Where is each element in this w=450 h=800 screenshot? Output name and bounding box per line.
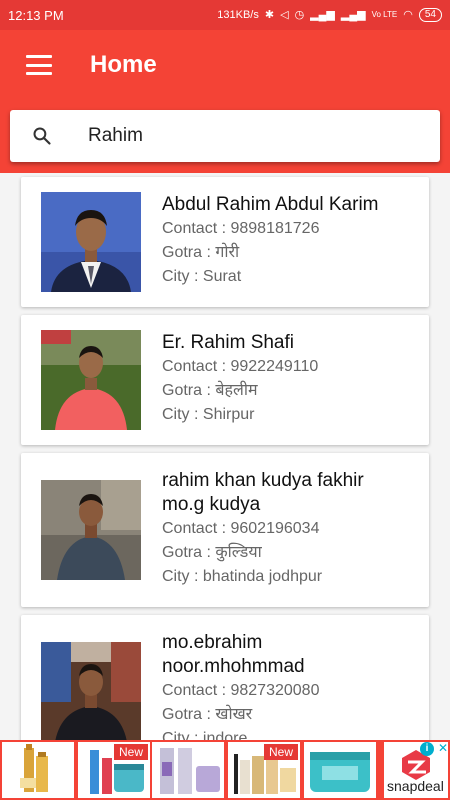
ad-product-tile[interactable]: New	[228, 742, 300, 798]
signal-icon: ▂▄▆	[310, 8, 335, 21]
ad-banner[interactable]: New New snapdeal i ✕	[0, 740, 450, 800]
battery-icon: 54	[418, 8, 442, 22]
ad-product-tile[interactable]	[152, 742, 224, 798]
wifi-icon: ◠	[403, 8, 413, 21]
contact-phone: Contact : 9898181726	[162, 220, 320, 237]
status-time: 12:13 PM	[8, 7, 64, 23]
contact-name: Er. Rahim Shafi	[162, 332, 294, 353]
app-bar: Home	[0, 30, 450, 100]
search-band	[0, 100, 450, 173]
contact-phone: Contact : 9922249110	[162, 358, 319, 375]
contact-info: mo.ebrahim noor.mhohmmad Contact : 98273…	[162, 631, 419, 740]
contact-info: Abdul Rahim Abdul Karim Contact : 989818…	[162, 193, 419, 289]
mute-icon: ◁	[280, 8, 289, 21]
network-speed: 131KB/s	[217, 9, 259, 21]
contact-name-line-2: mo.g kudya	[162, 494, 261, 515]
contact-name-line-2: noor.mhohmmad	[162, 656, 305, 677]
contact-phone: Contact : 9827320080	[162, 682, 320, 699]
search-box[interactable]	[10, 110, 440, 162]
volte-icon: Vo LTE	[371, 10, 398, 19]
ad-product-tile[interactable]	[304, 742, 376, 798]
signal-icon-2: ▂▄▆	[340, 8, 366, 21]
contact-card[interactable]: rahim khan kudya fakhir mo.g kudya Conta…	[21, 453, 429, 607]
ad-info-icon[interactable]: i	[420, 742, 434, 756]
contact-city: City : Surat	[162, 268, 242, 285]
ad-product-tile[interactable]	[2, 742, 74, 798]
bluetooth-icon: ✱	[264, 8, 275, 21]
contact-info: rahim khan kudya fakhir mo.g kudya Conta…	[162, 469, 419, 589]
contact-name: Abdul Rahim Abdul Karim	[162, 194, 379, 215]
status-icons: 131KB/s ✱ ◁ ◷ ▂▄▆ ▂▄▆ Vo LTE ◠ 54	[217, 8, 442, 22]
contact-card[interactable]: Er. Rahim Shafi Contact : 9922249110 Got…	[21, 315, 429, 445]
search-icon[interactable]	[32, 126, 52, 146]
contact-card[interactable]: Abdul Rahim Abdul Karim Contact : 989818…	[21, 177, 429, 307]
contact-gotra: Gotra : कुल्डिया	[162, 544, 262, 561]
contact-photo	[41, 330, 141, 430]
contact-city: City : indore	[162, 730, 248, 740]
contact-gotra: Gotra : गोरी	[162, 244, 240, 261]
contact-name: mo.ebrahim	[162, 632, 263, 653]
page-title: Home	[90, 51, 157, 78]
close-icon[interactable]: ✕	[438, 741, 448, 755]
search-input[interactable]	[88, 122, 428, 150]
contact-list[interactable]: Abdul Rahim Abdul Karim Contact : 989818…	[0, 173, 450, 740]
contact-card[interactable]: mo.ebrahim noor.mhohmmad Contact : 98273…	[21, 615, 429, 740]
new-badge: New	[113, 744, 148, 760]
new-badge: New	[263, 744, 298, 760]
contact-photo	[41, 642, 141, 740]
contact-gotra: Gotra : बेहलीम	[162, 382, 258, 399]
status-bar: 12:13 PM 131KB/s ✱ ◁ ◷ ▂▄▆ ▂▄▆ Vo LTE ◠ …	[0, 0, 450, 30]
contact-city: City : bhatinda jodhpur	[162, 568, 323, 585]
ad-product-tile[interactable]: New	[78, 742, 150, 798]
contact-info: Er. Rahim Shafi Contact : 9922249110 Got…	[162, 331, 419, 427]
contact-photo	[41, 192, 141, 292]
contact-name: rahim khan kudya fakhir	[162, 470, 364, 491]
contact-city: City : Shirpur	[162, 406, 255, 423]
contact-photo	[41, 480, 141, 580]
menu-icon[interactable]	[26, 55, 52, 75]
alarm-icon: ◷	[294, 8, 305, 21]
contact-phone: Contact : 9602196034	[162, 520, 320, 537]
snapdeal-label: snapdeal	[387, 778, 444, 794]
contact-gotra: Gotra : खोखर	[162, 706, 253, 723]
